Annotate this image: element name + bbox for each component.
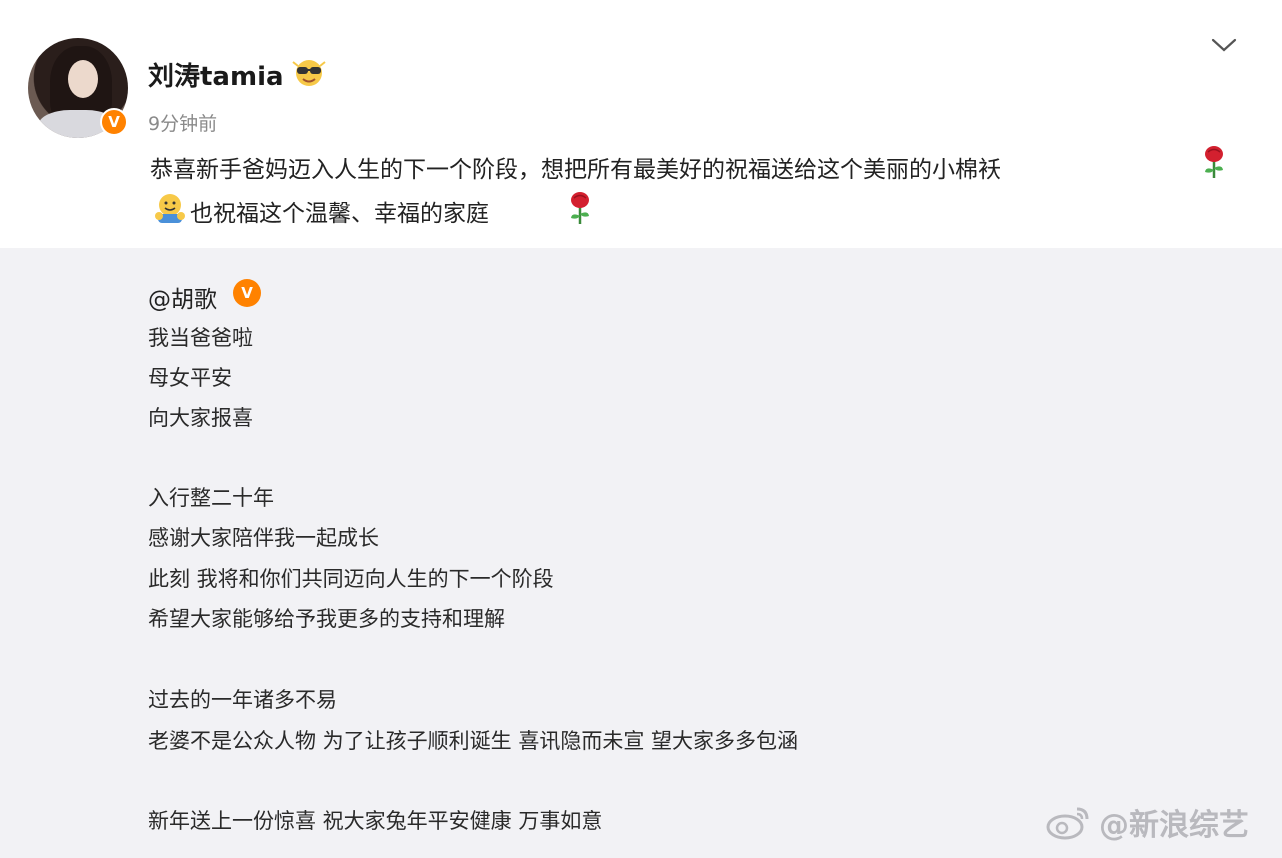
hug-emoji-icon	[155, 194, 185, 223]
verified-badge-icon: V	[100, 108, 128, 136]
post-header: V 刘涛tamia 9分钟前 恭喜新手爸妈迈入人生的下一个阶段，想把所有最美好的…	[0, 0, 1282, 248]
watermark: @新浪综艺	[1045, 800, 1249, 844]
repost-line: 希望大家能够给予我更多的支持和理解	[148, 607, 505, 631]
repost-line: 老婆不是公众人物 为了让孩子顺利诞生 喜讯隐而未宣 望大家多多包涵	[148, 729, 799, 753]
repost-line: 感谢大家陪伴我一起成长	[148, 526, 379, 550]
repost-mention[interactable]: @胡歌	[148, 280, 217, 314]
avatar-face	[68, 60, 98, 98]
repost-line: 入行整二十年	[148, 486, 274, 510]
repost-line: 新年送上一份惊喜 祝大家兔年平安健康 万事如意	[148, 809, 603, 833]
rose-emoji-icon	[1205, 146, 1223, 178]
repost-line: 母女平安	[148, 366, 232, 390]
chevron-down-icon[interactable]	[1210, 34, 1238, 56]
username[interactable]: 刘涛tamia	[148, 56, 284, 93]
repost-line: 此刻 我将和你们共同迈向人生的下一个阶段	[148, 567, 554, 591]
watermark-text: @新浪综艺	[1099, 808, 1249, 843]
weibo-logo-icon	[1046, 807, 1089, 840]
repost-line: 向大家报喜	[148, 406, 253, 430]
post-text-line-2: 也祝福这个温馨、幸福的家庭	[190, 201, 489, 227]
repost-line: 过去的一年诸多不易	[148, 688, 337, 712]
verified-badge-icon: V	[233, 279, 261, 307]
sunglasses-emoji-icon	[292, 60, 326, 86]
post-text-line-1: 恭喜新手爸妈迈入人生的下一个阶段，想把所有最美好的祝福送给这个美丽的小棉袄	[150, 157, 1001, 183]
repost-line: 我当爸爸啦	[148, 326, 253, 350]
rose-emoji-icon	[571, 192, 589, 224]
post-time[interactable]: 9分钟前	[148, 109, 217, 136]
